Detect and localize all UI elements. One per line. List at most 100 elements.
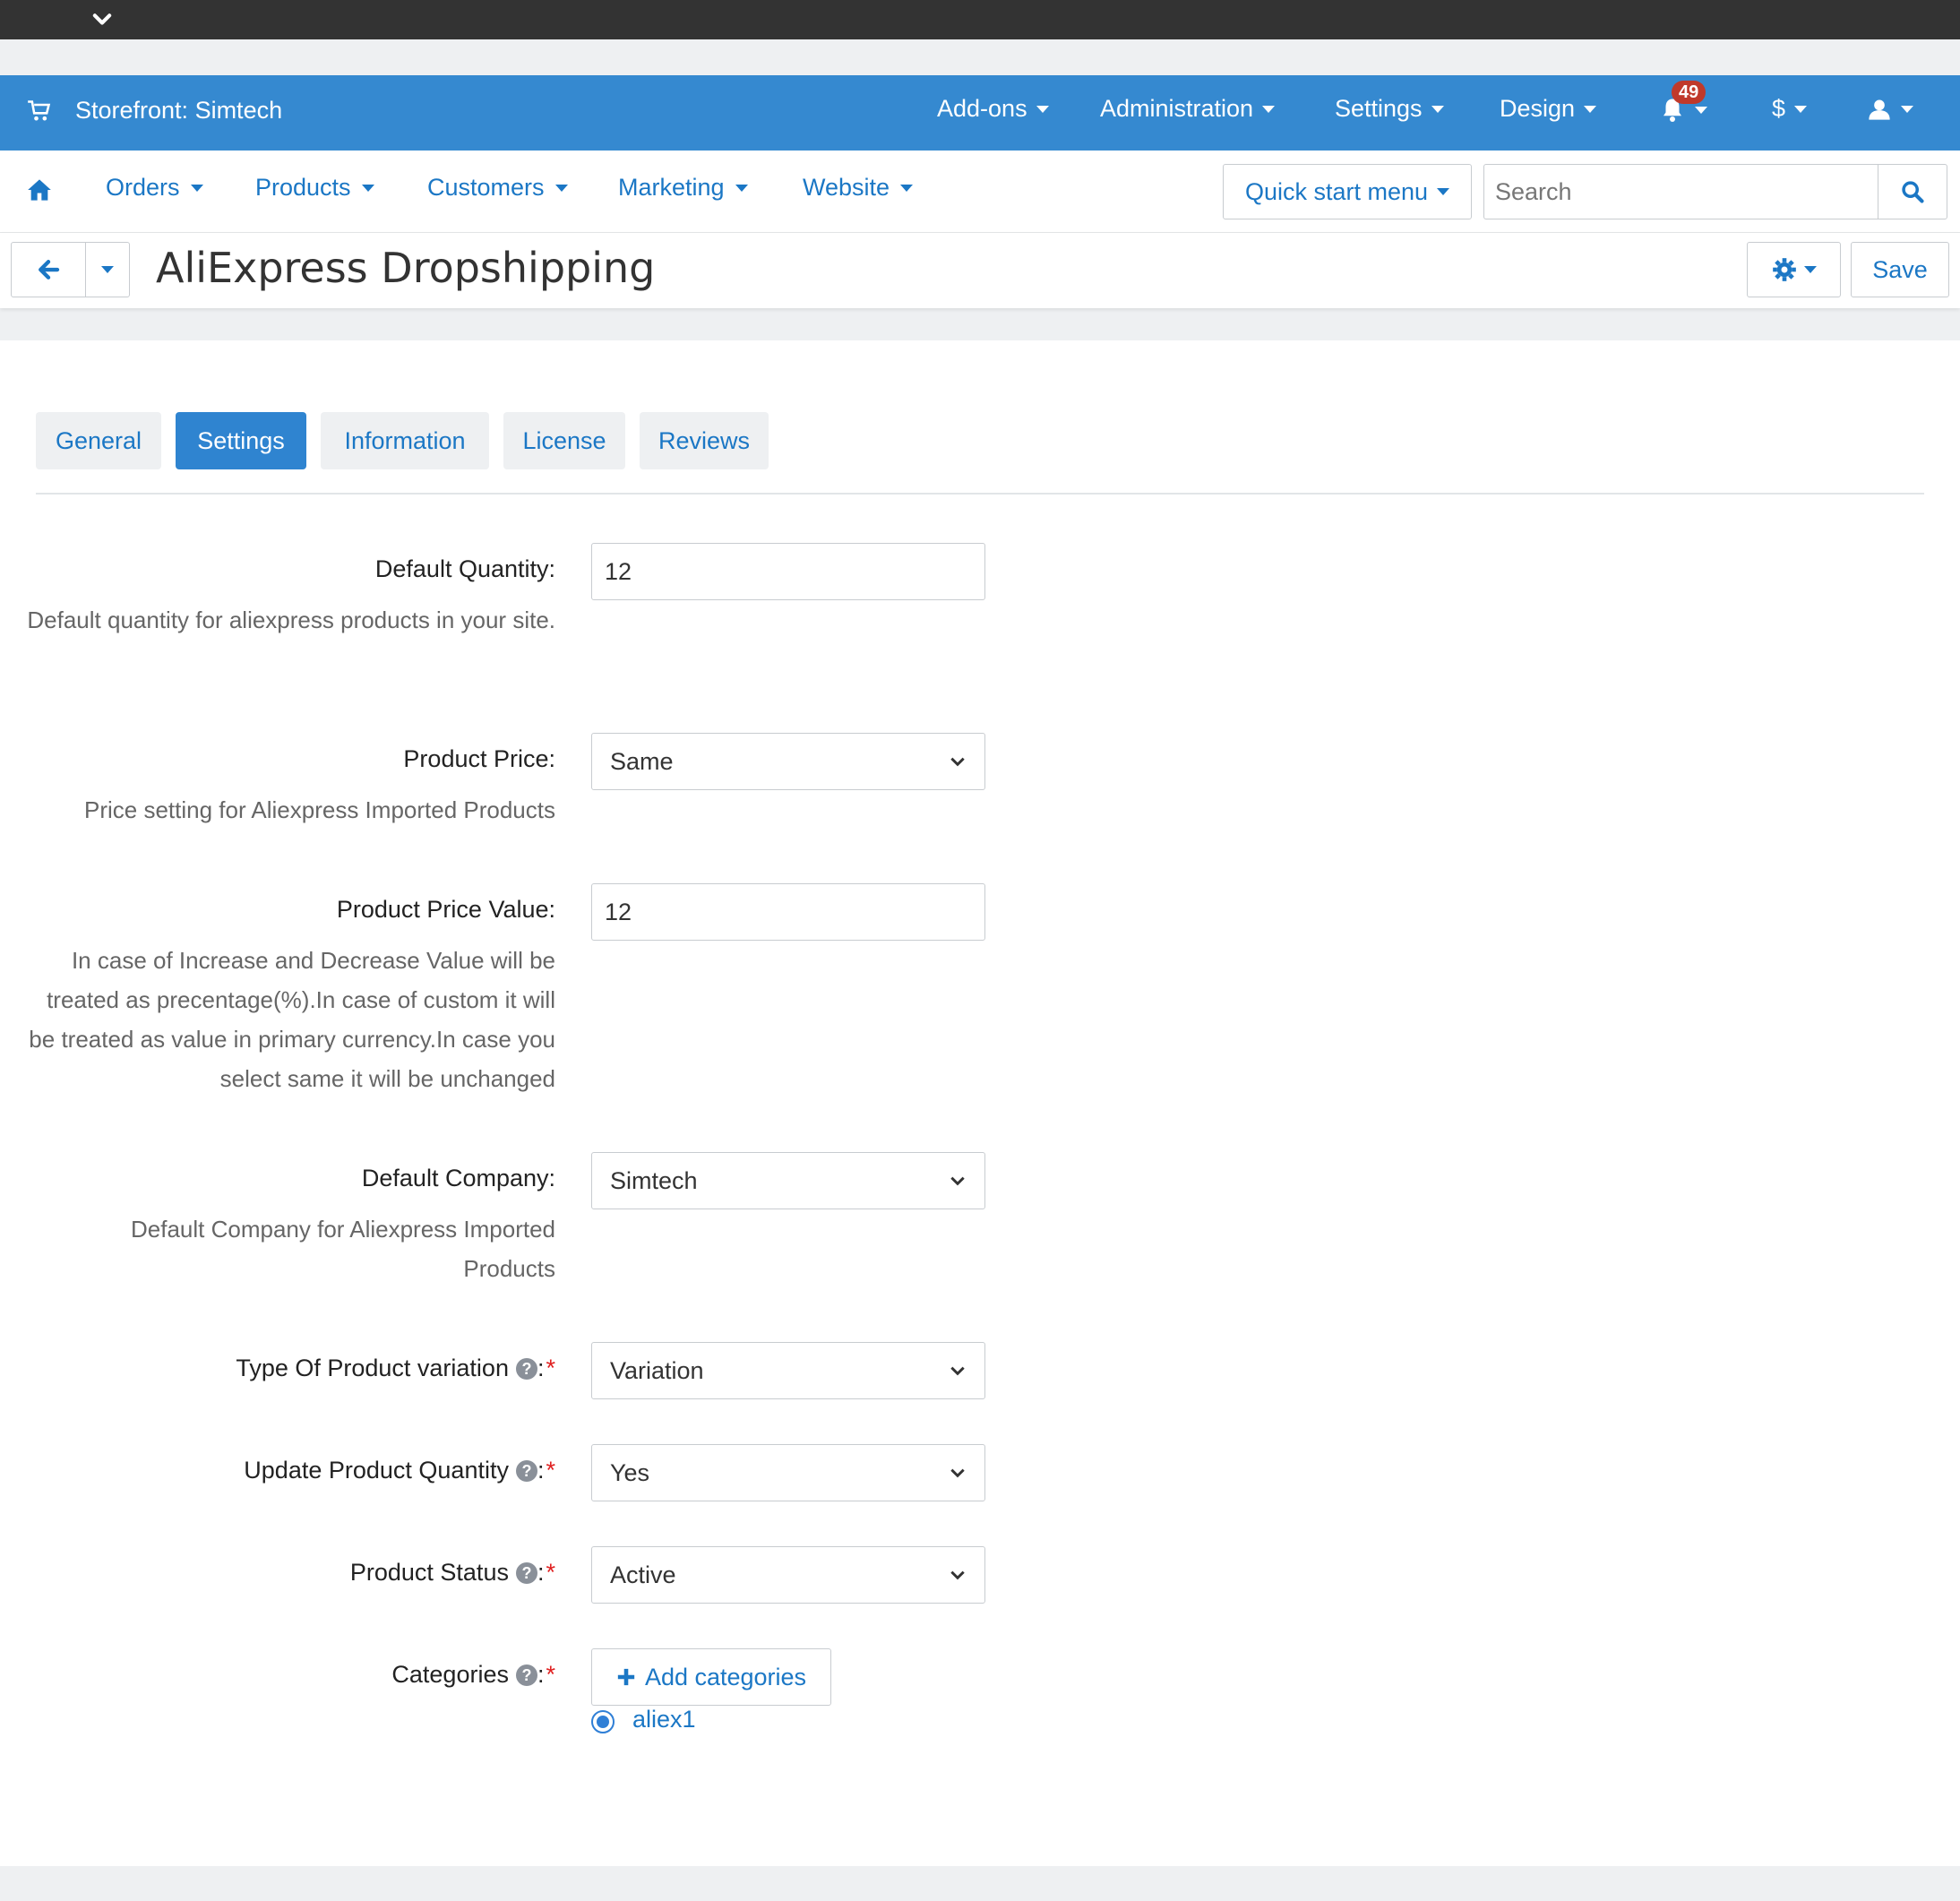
- admin-header: Storefront: Simtech Add-ons Administrati…: [0, 75, 1960, 151]
- menu-administration[interactable]: Administration: [1100, 95, 1276, 123]
- default-company-value: Simtech: [610, 1166, 698, 1194]
- variation-type-select[interactable]: Variation: [591, 1342, 985, 1399]
- caret-down-icon: [1794, 105, 1808, 113]
- product-price-label: Product Price:: [403, 745, 555, 772]
- menu-design[interactable]: Design: [1500, 95, 1597, 123]
- quick-start-menu-button[interactable]: Quick start menu: [1223, 164, 1472, 219]
- save-button[interactable]: Save: [1851, 242, 1949, 297]
- chevron-down-icon: [950, 1366, 965, 1376]
- label-colon: :: [537, 1661, 545, 1688]
- nav-orders[interactable]: Orders: [106, 174, 203, 202]
- help-icon[interactable]: ?: [515, 1459, 537, 1482]
- caret-down-icon: [1584, 105, 1597, 113]
- tab-settings[interactable]: Settings: [176, 412, 306, 469]
- update-quantity-select[interactable]: Yes: [591, 1444, 985, 1501]
- product-price-desc: Price setting for Aliexpress Imported Pr…: [83, 796, 555, 823]
- storefront-link[interactable]: Storefront: Simtech: [75, 97, 282, 125]
- label-colon: :: [537, 1355, 545, 1381]
- plus-icon: [617, 1668, 635, 1686]
- caret-down-icon: [1437, 188, 1450, 195]
- chevron-down-icon: [950, 1468, 965, 1478]
- add-categories-label: Add categories: [644, 1663, 807, 1690]
- nav-marketing-label: Marketing: [618, 174, 725, 201]
- required-asterisk: *: [546, 1355, 555, 1381]
- caret-down-icon: [1901, 106, 1913, 113]
- update-quantity-label-text: Update Product Quantity: [244, 1457, 509, 1484]
- menu-addons[interactable]: Add-ons: [937, 95, 1049, 123]
- caret-down-icon: [1431, 105, 1444, 113]
- product-price-value-label: Product Price Value:: [336, 896, 555, 923]
- tab-reviews[interactable]: Reviews: [640, 412, 769, 469]
- caret-down-icon: [1262, 105, 1276, 113]
- cart-icon: [28, 100, 51, 121]
- settings-dropdown-button[interactable]: [1747, 242, 1841, 297]
- menu-design-label: Design: [1500, 95, 1576, 122]
- page-title: AliExpress Dropshipping: [156, 244, 656, 292]
- required-asterisk: *: [546, 1559, 555, 1586]
- tab-general[interactable]: General: [36, 412, 161, 469]
- back-dropdown-button[interactable]: [85, 242, 130, 297]
- category-radio[interactable]: [591, 1710, 615, 1733]
- quick-start-label: Quick start menu: [1244, 177, 1429, 205]
- settings-panel: General Settings Information License Rev…: [0, 340, 1960, 1866]
- nav-orders-label: Orders: [106, 174, 180, 201]
- caret-down-icon: [735, 184, 748, 192]
- add-categories-button[interactable]: Add categories: [591, 1648, 831, 1706]
- default-quantity-input[interactable]: 12: [591, 543, 985, 600]
- product-price-value: Same: [610, 747, 674, 775]
- chevron-down-icon: [950, 1570, 965, 1580]
- product-status-label-text: Product Status: [349, 1559, 509, 1586]
- back-button[interactable]: [11, 242, 86, 297]
- default-company-select[interactable]: Simtech: [591, 1152, 985, 1209]
- category-link[interactable]: aliex1: [632, 1706, 696, 1733]
- help-icon[interactable]: ?: [515, 1664, 537, 1686]
- help-icon[interactable]: ?: [515, 1561, 537, 1584]
- required-asterisk: *: [546, 1661, 555, 1688]
- user-icon: [1869, 99, 1890, 120]
- chevron-down-icon[interactable]: [90, 7, 115, 32]
- nav-marketing[interactable]: Marketing: [618, 174, 748, 202]
- caret-down-icon: [1036, 105, 1049, 113]
- caret-down-icon: [1695, 107, 1707, 114]
- user-menu[interactable]: [1867, 97, 1913, 122]
- tab-information[interactable]: Information: [321, 412, 489, 469]
- product-status-label: Product Status ?: *: [350, 1559, 555, 1587]
- categories-label: Categories ?: *: [391, 1661, 555, 1689]
- product-price-select[interactable]: Same: [591, 733, 985, 790]
- home-icon[interactable]: [27, 177, 52, 202]
- radio-dot: [597, 1716, 609, 1728]
- variation-type-value: Variation: [610, 1356, 704, 1384]
- menu-settings-label: Settings: [1335, 95, 1423, 122]
- currency-menu[interactable]: $: [1772, 95, 1808, 123]
- product-status-select[interactable]: Active: [591, 1546, 985, 1604]
- default-company-desc: Default Company for Aliexpress Imported …: [131, 1216, 555, 1282]
- default-quantity-desc: Default quantity for aliexpress products…: [27, 606, 555, 633]
- nav-website-label: Website: [803, 174, 890, 201]
- help-icon[interactable]: ?: [515, 1357, 537, 1380]
- caret-down-icon: [554, 184, 568, 192]
- tab-divider: [36, 493, 1924, 495]
- nav-website[interactable]: Website: [803, 174, 914, 202]
- label-colon: :: [537, 1457, 545, 1484]
- search-button[interactable]: [1878, 164, 1947, 219]
- nav-customers[interactable]: Customers: [427, 174, 568, 202]
- nav-products[interactable]: Products: [255, 174, 374, 202]
- tab-license[interactable]: License: [503, 412, 625, 469]
- default-company-label: Default Company:: [361, 1165, 555, 1191]
- menu-addons-label: Add-ons: [937, 95, 1027, 122]
- chevron-down-icon: [950, 1176, 965, 1186]
- product-status-value: Active: [610, 1561, 676, 1588]
- product-price-value-value: 12: [605, 898, 632, 925]
- caret-down-icon: [900, 184, 914, 192]
- arrow-left-icon: [39, 260, 60, 280]
- product-price-value-desc: In case of Increase and Decrease Value w…: [29, 947, 555, 1092]
- search-input[interactable]: [1483, 164, 1878, 219]
- update-quantity-label: Update Product Quantity ?: *: [244, 1457, 555, 1484]
- notification-badge: 49: [1672, 81, 1706, 104]
- product-price-value-input[interactable]: 12: [591, 883, 985, 941]
- label-colon: :: [537, 1559, 545, 1586]
- page-toolbar: AliExpress Dropshipping Save: [0, 233, 1960, 308]
- default-quantity-label: Default Quantity:: [374, 555, 555, 582]
- menu-settings[interactable]: Settings: [1335, 95, 1444, 123]
- currency-label: $: [1772, 95, 1786, 122]
